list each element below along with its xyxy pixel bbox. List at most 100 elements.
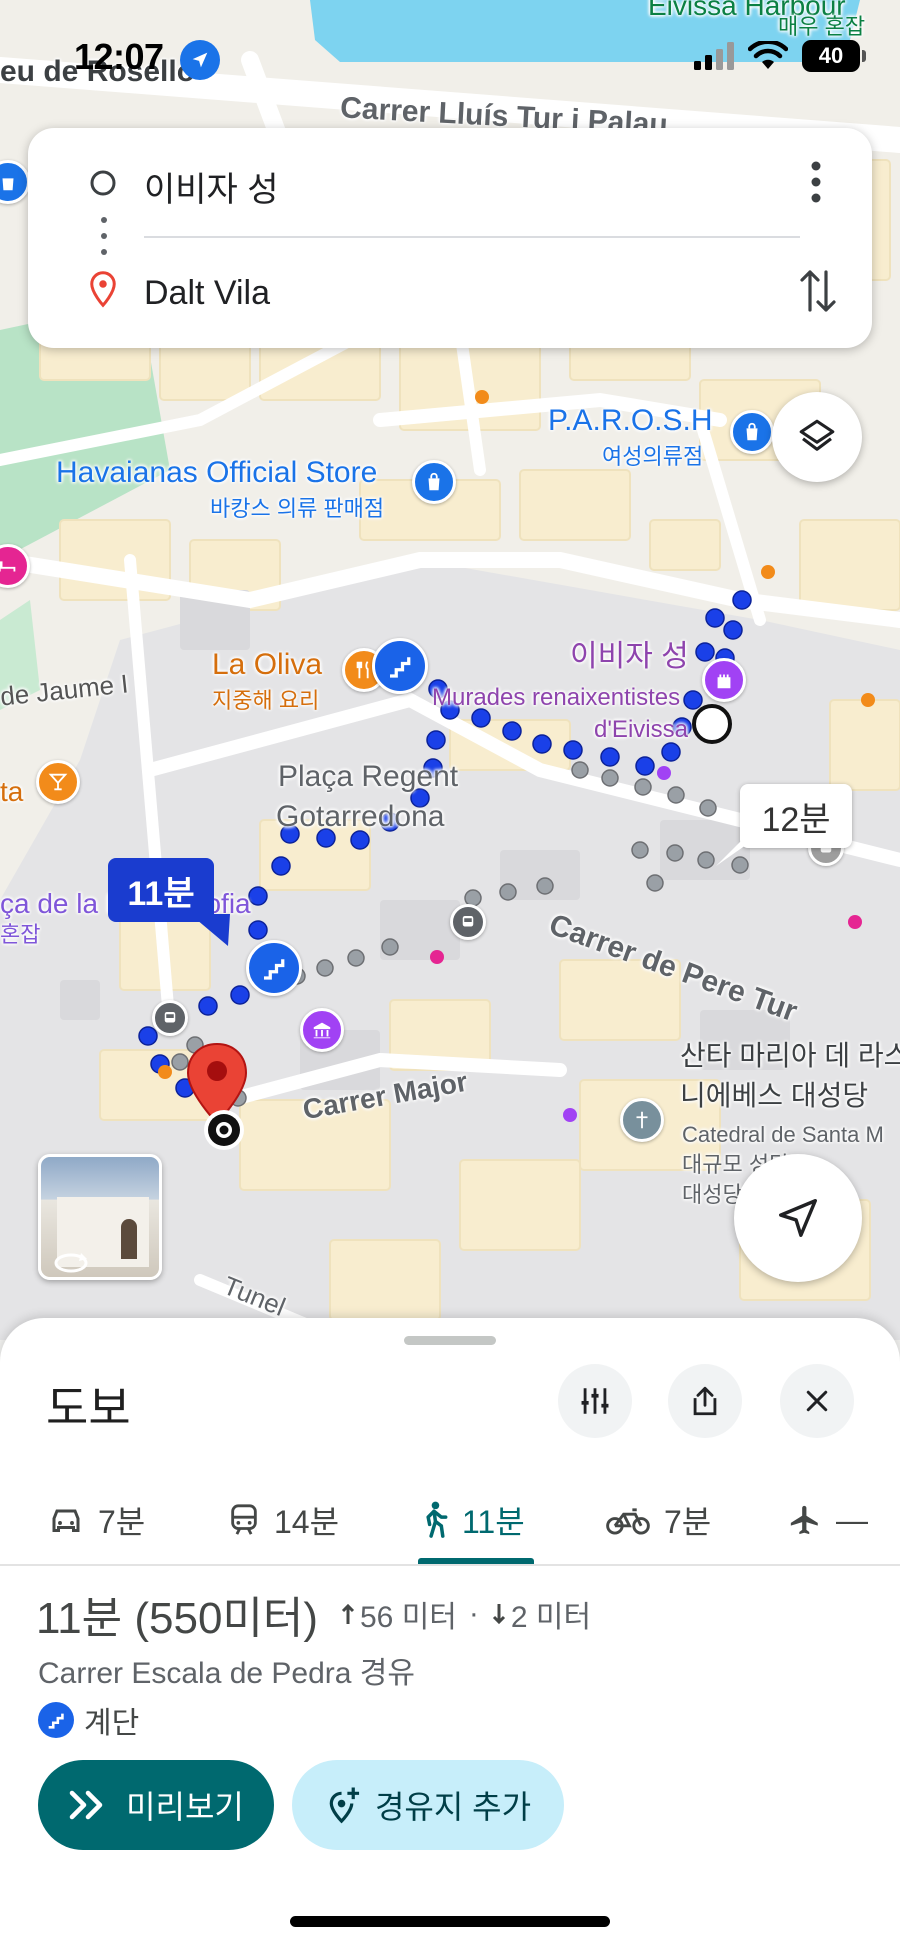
tab-transit-label: 14분 xyxy=(274,1504,340,1540)
cross-icon xyxy=(636,1111,648,1129)
poi-ta-label: ta xyxy=(0,776,24,807)
status-time: 12:07 xyxy=(74,36,164,77)
layers-icon xyxy=(799,419,835,451)
tune-icon xyxy=(581,1388,609,1414)
destination-pin-icon[interactable] xyxy=(184,1042,250,1154)
close-button[interactable] xyxy=(780,1364,854,1438)
poi-parosh-sub: 여성의류점 xyxy=(602,444,704,469)
stairs-marker-top[interactable] xyxy=(372,638,428,694)
poi-ibiza-castle-label[interactable]: 이비자 성 xyxy=(570,640,689,675)
church-pin[interactable] xyxy=(620,1098,664,1142)
rotate-360-icon xyxy=(54,1253,88,1273)
shopping-bag-pin-parosh[interactable] xyxy=(730,410,774,454)
castle-icon xyxy=(717,674,731,689)
add-waypoint-button[interactable]: 경유지 추가 xyxy=(292,1760,564,1850)
route-time-bubble-selected[interactable]: 11분 xyxy=(108,858,214,922)
tab-bike-label: 7분 xyxy=(664,1504,712,1540)
cellular-signal-icon xyxy=(694,42,734,70)
destination-pin-icon xyxy=(90,271,116,308)
route-time-bubble-alternative[interactable]: 12분 xyxy=(740,784,852,848)
shopping-bag-icon xyxy=(746,422,758,441)
bus-stop-pin-2[interactable] xyxy=(152,1000,188,1036)
cathedral-label-en: Catedral de Santa M xyxy=(682,1122,884,1147)
poi-murades-label[interactable]: Murades renaixentistes xyxy=(432,684,680,712)
route-via: Carrer Escala de Pedra 경유 xyxy=(38,1657,416,1690)
share-button[interactable] xyxy=(668,1364,742,1438)
shopping-bag-icon xyxy=(428,472,440,491)
poi-havaianas-label[interactable]: Havaianas Official Store xyxy=(56,456,377,491)
poi-la-oliva-label[interactable]: La Oliva xyxy=(212,648,322,683)
route-search-card: 이비자 성 Dalt Vila xyxy=(28,128,872,348)
cathedral-label-ko-2: 니에베스 대성당 xyxy=(680,1080,869,1111)
poi-parosh-label[interactable]: P.A.R.O.S.H xyxy=(548,404,713,439)
home-indicator[interactable] xyxy=(290,1916,610,1927)
close-icon xyxy=(806,1390,828,1412)
stairs-marker-bottom[interactable] xyxy=(246,940,302,996)
preview-button-label: 미리보기 xyxy=(126,1789,244,1825)
placa-sofia-busy: 혼잡 xyxy=(0,922,41,947)
origin-circle-icon xyxy=(90,170,116,196)
tabs-divider xyxy=(0,1564,900,1566)
tab-drive-label: 7분 xyxy=(98,1504,146,1540)
destination-field[interactable]: Dalt Vila xyxy=(144,274,270,313)
harbour-busy-label: 매우 혼잡 xyxy=(778,14,866,39)
cathedral-sub-2: 대성당 xyxy=(682,1182,743,1207)
walk-icon xyxy=(426,1501,448,1538)
poi-la-oliva-sub: 지중해 요리 xyxy=(212,688,320,713)
tab-flight-label: — xyxy=(836,1501,868,1538)
arrow-up-icon xyxy=(341,1603,355,1624)
museum-pin[interactable] xyxy=(300,1008,344,1052)
recenter-button[interactable] xyxy=(734,1154,862,1282)
bubble-tail xyxy=(190,914,230,946)
wifi-icon xyxy=(748,41,788,69)
street-view-thumbnail[interactable] xyxy=(38,1154,162,1280)
bus-icon xyxy=(462,916,474,927)
descent-value: 2 미터 xyxy=(510,1601,592,1634)
layers-button[interactable] xyxy=(772,392,862,482)
swap-directions-icon[interactable] xyxy=(798,266,838,316)
double-chevron-icon xyxy=(69,1790,103,1820)
route-connector-dots xyxy=(101,217,107,255)
origin-marker[interactable] xyxy=(692,704,732,744)
street-view-door xyxy=(121,1219,137,1259)
poi-havaianas-sub: 바캉스 의류 판매점 xyxy=(210,496,385,521)
bus-stop-pin[interactable] xyxy=(450,904,486,940)
tab-drive[interactable]: 7분 xyxy=(48,1490,145,1550)
bus-icon xyxy=(164,1012,176,1023)
shopping-bag-pin[interactable] xyxy=(412,460,456,504)
sheet-title: 도보 xyxy=(46,1382,131,1434)
bar-pin[interactable] xyxy=(36,760,80,804)
ascent-value: 56 미터 xyxy=(360,1601,457,1634)
car-icon xyxy=(52,1509,80,1532)
battery-indicator: 40 xyxy=(802,40,866,72)
route-fields-divider xyxy=(144,236,800,238)
tab-walk[interactable]: 11분 xyxy=(420,1490,525,1550)
flight-icon xyxy=(790,1505,818,1535)
origin-field[interactable]: 이비자 성 xyxy=(144,162,279,211)
sheet-drag-handle[interactable] xyxy=(404,1336,496,1345)
stairs-icon xyxy=(38,1702,74,1738)
stairs-icon xyxy=(264,959,285,980)
add-waypoint-label: 경유지 추가 xyxy=(374,1789,532,1825)
preview-button[interactable]: 미리보기 xyxy=(38,1760,274,1850)
shopping-bag-icon xyxy=(2,178,14,191)
tab-bike[interactable]: 7분 xyxy=(606,1490,711,1550)
tab-walk-label: 11분 xyxy=(462,1504,525,1540)
more-options-icon[interactable] xyxy=(808,160,824,204)
stairs-icon xyxy=(390,657,411,678)
route-options-button[interactable] xyxy=(558,1364,632,1438)
bed-icon xyxy=(0,561,16,572)
placa-regent-label: Plaça Regent xyxy=(278,760,459,793)
stairs-warning-label: 계단 xyxy=(84,1707,140,1740)
route-duration-distance: 11분 (550미터) xyxy=(36,1594,319,1643)
poi-murades-label-2: d'Eivissa xyxy=(594,716,688,743)
tab-transit[interactable]: 14분 xyxy=(228,1490,339,1550)
tab-flight[interactable]: — xyxy=(788,1490,868,1550)
cathedral-label-ko[interactable]: 산타 마리아 데 라스 xyxy=(680,1040,900,1072)
elevation-separator: · xyxy=(468,1597,479,1630)
navigation-arrow-icon xyxy=(779,1199,817,1237)
elevation-info: 56 미터 · 2 미터 xyxy=(340,1592,591,1636)
share-icon xyxy=(693,1386,717,1416)
status-indicators: 40 xyxy=(694,40,866,72)
castle-pin[interactable] xyxy=(702,658,746,702)
